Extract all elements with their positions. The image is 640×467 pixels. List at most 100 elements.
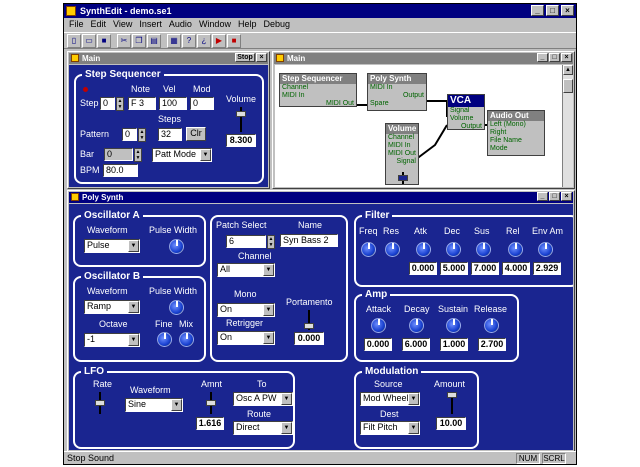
rate-slider[interactable] — [95, 392, 105, 414]
structure-canvas[interactable]: Step Sequencer Channel MIDI In MIDI Out … — [275, 65, 563, 187]
patch-select-field[interactable]: 6 — [226, 235, 266, 248]
fine-knob[interactable] — [157, 332, 172, 347]
rel-knob[interactable] — [508, 242, 523, 257]
context-help-icon[interactable]: ¿ — [197, 34, 211, 48]
main-panel-title-bar[interactable]: Main Stop × — [69, 53, 268, 64]
lfo-to-select[interactable]: Osc A PW ▼ — [233, 392, 293, 406]
lfo-amount-slider[interactable] — [206, 392, 216, 414]
lfo-route-select[interactable]: Direct ▼ — [233, 421, 293, 435]
minimize-icon[interactable]: _ — [537, 53, 548, 62]
print-icon[interactable]: ▦ — [167, 34, 181, 48]
menu-window[interactable]: Window — [199, 18, 231, 31]
vel-field[interactable]: 100 — [159, 97, 187, 110]
module-poly-synth[interactable]: Poly Synth MIDI In Output Spare — [367, 73, 427, 111]
sustain-knob[interactable] — [446, 318, 461, 333]
channel-select[interactable]: All ▼ — [217, 263, 275, 277]
freq-knob[interactable] — [361, 242, 376, 257]
octave-select[interactable]: -1 ▼ — [84, 333, 140, 347]
minimize-icon[interactable]: _ — [537, 192, 548, 201]
step-led — [83, 87, 88, 92]
osc-a-pulse-width-knob[interactable] — [169, 239, 184, 254]
help-icon[interactable]: ? — [182, 34, 196, 48]
main-structure-title-bar[interactable]: Main _ □ × — [274, 53, 573, 64]
mix-knob[interactable] — [179, 332, 194, 347]
pattern-field[interactable]: 0 — [122, 128, 137, 141]
toolbar: ▯ ▭ ■ ✂ ❐ ▤ ▦ ? ¿ ▶ ■ — [64, 32, 576, 49]
play-icon[interactable]: ▶ — [212, 34, 226, 48]
poly-synth-title-bar[interactable]: Poly Synth _ □ × — [69, 192, 573, 203]
chevron-down-icon: ▼ — [128, 240, 139, 252]
steps-field[interactable]: 32 — [158, 128, 182, 141]
app-title-bar[interactable]: SynthEdit - demo.se1 _ □ × — [64, 4, 576, 18]
retrigger-select[interactable]: On ▼ — [217, 331, 275, 345]
menu-insert[interactable]: Insert — [139, 18, 162, 31]
decay-label: Decay — [404, 304, 430, 314]
fine-label: Fine — [155, 319, 173, 329]
close-icon[interactable]: × — [561, 192, 572, 201]
osc-b-waveform-select[interactable]: Ramp ▼ — [84, 300, 140, 314]
module-vca[interactable]: VCA Signal Volume Output — [447, 94, 485, 130]
mod-amount-slider[interactable] — [447, 392, 457, 414]
mono-select[interactable]: On ▼ — [217, 303, 275, 317]
window-icon — [71, 193, 79, 201]
volume-slider[interactable] — [236, 107, 246, 132]
patch-spinner[interactable]: ▲ ▼ — [267, 235, 275, 249]
note-field[interactable]: F 3 — [128, 97, 156, 110]
step-field[interactable]: 0 — [100, 97, 115, 110]
menu-debug[interactable]: Debug — [263, 18, 290, 31]
res-knob[interactable] — [385, 242, 400, 257]
atk-knob[interactable] — [416, 242, 431, 257]
sus-knob[interactable] — [476, 242, 491, 257]
env-amount-knob[interactable] — [538, 242, 553, 257]
new-icon[interactable]: ▯ — [67, 34, 81, 48]
close-icon[interactable]: × — [561, 5, 574, 16]
osc-b-pulse-width-knob[interactable] — [169, 300, 184, 315]
poly-synth-window: Poly Synth _ □ × Oscillator A Waveform P… — [67, 190, 575, 452]
pattern-mode-select[interactable]: Patt Mode ▼ — [152, 148, 212, 162]
bar-spinner[interactable]: ▲ ▼ — [134, 148, 142, 162]
menu-file[interactable]: File — [69, 18, 84, 31]
patch-name-field[interactable]: Syn Bass 2 — [280, 234, 338, 247]
decay-knob[interactable] — [409, 318, 424, 333]
menu-help[interactable]: Help — [238, 18, 257, 31]
module-step-sequencer[interactable]: Step Sequencer Channel MIDI In MIDI Out — [279, 73, 357, 107]
portamento-slider[interactable] — [304, 310, 314, 330]
mod-dest-select[interactable]: Filt Pitch ▼ — [360, 421, 420, 435]
vertical-scrollbar[interactable]: ▲ — [562, 65, 573, 187]
mod-source-select[interactable]: Mod Wheel ▼ — [360, 392, 420, 406]
step-spinner[interactable]: ▲ ▼ — [116, 97, 124, 111]
maximize-icon[interactable]: □ — [549, 192, 560, 201]
osc-a-waveform-select[interactable]: Pulse ▼ — [84, 239, 140, 253]
close-icon[interactable]: × — [561, 53, 572, 62]
release-knob[interactable] — [484, 318, 499, 333]
decay-value: 6.000 — [402, 338, 430, 351]
bar-field[interactable]: 0 — [104, 148, 133, 161]
module-volume[interactable]: Volume Channel MIDI In MIDI Out Signal — [385, 123, 419, 185]
bpm-field[interactable]: 80.0 — [103, 164, 138, 177]
maximize-icon[interactable]: □ — [546, 5, 559, 16]
save-icon[interactable]: ■ — [97, 34, 111, 48]
paste-icon[interactable]: ▤ — [147, 34, 161, 48]
mod-header: Mod — [193, 84, 211, 94]
copy-icon[interactable]: ❐ — [132, 34, 146, 48]
menu-edit[interactable]: Edit — [91, 18, 107, 31]
menu-audio[interactable]: Audio — [169, 18, 192, 31]
mod-field[interactable]: 0 — [190, 97, 214, 110]
dec-knob[interactable] — [446, 242, 461, 257]
clear-button[interactable]: Clr — [186, 127, 206, 141]
menu-view[interactable]: View — [113, 18, 132, 31]
open-icon[interactable]: ▭ — [82, 34, 96, 48]
lfo-waveform-select[interactable]: Sine ▼ — [125, 398, 183, 412]
module-audio-out[interactable]: Audio Out Left (Mono) Right File Name Mo… — [487, 110, 545, 156]
cut-icon[interactable]: ✂ — [117, 34, 131, 48]
minimize-icon[interactable]: _ — [531, 5, 544, 16]
pattern-spinner[interactable]: ▲ ▼ — [138, 128, 146, 142]
stop-icon[interactable]: ■ — [227, 34, 241, 48]
stop-button[interactable]: Stop — [235, 53, 255, 62]
maximize-icon[interactable]: □ — [549, 53, 560, 62]
attack-knob[interactable] — [371, 318, 386, 333]
close-icon[interactable]: × — [256, 53, 267, 62]
volume-mini-slider[interactable] — [398, 172, 408, 184]
amp-envelope-group: Amp Attack Decay Sustain Release 0.000 6… — [354, 288, 519, 362]
dec-value: 5.000 — [440, 262, 468, 275]
